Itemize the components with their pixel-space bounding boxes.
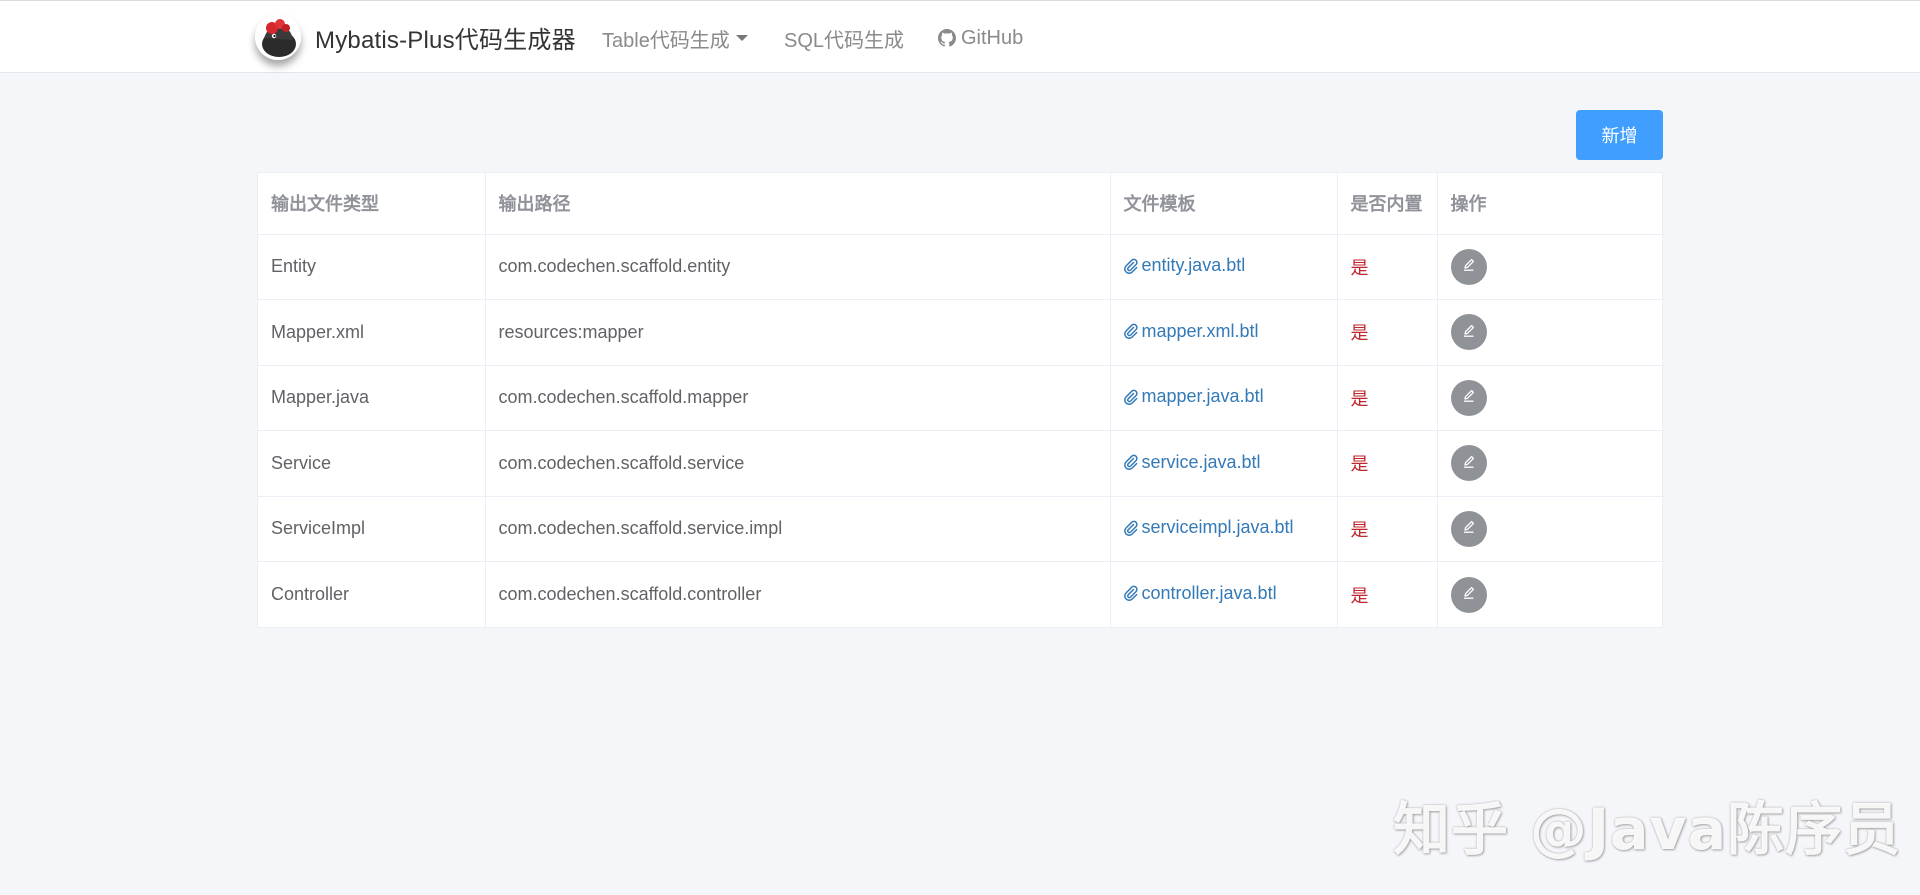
table-row: Service com.codechen.scaffold.service se… (258, 430, 1664, 497)
template-link[interactable]: controller.java.btl (1123, 582, 1277, 604)
template-link[interactable]: serviceimpl.java.btl (1123, 517, 1294, 538)
cell-template: controller.java.btl (1110, 561, 1338, 627)
nav-github-label: GitHub (961, 26, 1024, 49)
logo-icon (255, 14, 301, 60)
paperclip-icon (1123, 389, 1138, 405)
cell-builtin: 是 (1337, 561, 1438, 627)
cell-template: mapper.java.btl (1110, 365, 1338, 431)
table-header-row: 输出文件类型 输出路径 文件模板 是否内置 操作 (258, 173, 1664, 235)
cell-output-path: com.codechen.scaffold.entity (485, 234, 1111, 300)
template-link-label: serviceimpl.java.btl (1141, 517, 1294, 537)
template-link-label: mapper.xml.btl (1141, 320, 1259, 341)
table-row: ServiceImpl com.codechen.scaffold.servic… (258, 496, 1664, 562)
template-link[interactable]: service.java.btl (1123, 451, 1261, 473)
edit-button[interactable] (1450, 248, 1487, 285)
table-row: Mapper.xml resources:mapper mapper.xml.b… (258, 299, 1664, 366)
col-header-template: 文件模板 (1110, 173, 1338, 235)
watermark: 知乎 @Java陈序员 (1393, 797, 1902, 863)
cell-output-path: com.codechen.scaffold.service.impl (485, 496, 1111, 562)
brand-title: Mybatis-Plus代码生成器 (315, 26, 576, 54)
caret-down-icon (735, 35, 748, 41)
nav-github[interactable]: GitHub (938, 25, 1023, 51)
paperclip-icon (1123, 520, 1138, 536)
cell-output-path: com.codechen.scaffold.controller (485, 561, 1111, 627)
template-link[interactable]: entity.java.btl (1123, 255, 1246, 276)
cell-builtin: 是 (1337, 496, 1438, 562)
cell-output-type: Controller (258, 561, 486, 627)
template-link[interactable]: mapper.xml.btl (1123, 320, 1259, 342)
edit-icon (1461, 388, 1477, 407)
paperclip-icon (1123, 585, 1138, 602)
edit-icon (1461, 585, 1477, 604)
paperclip-icon (1123, 323, 1138, 339)
edit-button[interactable] (1450, 445, 1487, 482)
table-row: Controller com.codechen.scaffold.control… (258, 561, 1664, 628)
edit-button[interactable] (1450, 379, 1487, 416)
cell-template: entity.java.btl (1110, 234, 1338, 300)
cell-builtin: 是 (1337, 365, 1438, 431)
nav-table-codegen-dropdown[interactable]: Table代码生成 (602, 25, 748, 52)
cell-output-type: ServiceImpl (258, 496, 486, 562)
cell-builtin: 是 (1337, 234, 1438, 300)
cell-builtin: 是 (1337, 299, 1438, 366)
table-row: Mapper.java com.codechen.scaffold.mapper… (258, 365, 1664, 431)
cell-output-type: Entity (258, 234, 486, 300)
edit-icon (1461, 519, 1477, 538)
template-link-label: entity.java.btl (1141, 255, 1246, 275)
cell-output-path: resources:mapper (485, 299, 1111, 366)
template-link[interactable]: mapper.java.btl (1123, 386, 1264, 407)
cell-output-path: com.codechen.scaffold.service (485, 430, 1111, 497)
paperclip-icon (1123, 454, 1138, 470)
cell-actions (1437, 496, 1664, 562)
cell-builtin: 是 (1337, 430, 1438, 497)
col-header-actions: 操作 (1437, 173, 1664, 235)
top-navbar: Mybatis-Plus代码生成器 Table代码生成 SQL代码生成 GitH… (0, 0, 1920, 73)
template-link-label: mapper.java.btl (1141, 386, 1264, 406)
cell-output-type: Service (258, 430, 486, 497)
cell-actions (1437, 430, 1664, 497)
edit-button[interactable] (1450, 576, 1487, 613)
edit-icon (1461, 257, 1477, 276)
cell-actions (1437, 562, 1664, 628)
cell-actions (1437, 299, 1664, 366)
brand[interactable]: Mybatis-Plus代码生成器 (255, 13, 576, 61)
paperclip-icon (1123, 258, 1138, 274)
nav-sql-codegen[interactable]: SQL代码生成 (784, 25, 905, 52)
edit-button[interactable] (1450, 510, 1487, 547)
cell-output-type: Mapper.xml (258, 299, 486, 366)
cell-template: service.java.btl (1110, 430, 1338, 497)
cell-template: serviceimpl.java.btl (1110, 496, 1338, 562)
nav-table-codegen-label: Table代码生成 (602, 29, 730, 52)
nav-sql-codegen-label: SQL代码生成 (784, 29, 905, 52)
cell-template: mapper.xml.btl (1110, 299, 1338, 366)
table-body: Entity com.codechen.scaffold.entity enti… (258, 234, 1664, 627)
cell-actions (1437, 234, 1664, 300)
add-button[interactable]: 新增 (1576, 110, 1663, 160)
col-header-output-path: 输出路径 (485, 173, 1111, 235)
edit-icon (1461, 323, 1477, 342)
col-header-builtin: 是否内置 (1337, 173, 1438, 235)
edit-icon (1461, 454, 1477, 473)
template-link-label: service.java.btl (1141, 451, 1261, 472)
cell-actions (1437, 365, 1664, 431)
template-link-label: controller.java.btl (1141, 582, 1277, 603)
output-config-table: 输出文件类型 输出路径 文件模板 是否内置 操作 Entity com.code… (257, 172, 1664, 628)
cell-output-path: com.codechen.scaffold.mapper (485, 365, 1111, 431)
cell-output-type: Mapper.java (258, 365, 486, 431)
github-icon (938, 29, 956, 47)
col-header-output-type: 输出文件类型 (258, 173, 486, 235)
table-row: Entity com.codechen.scaffold.entity enti… (258, 234, 1664, 300)
edit-button[interactable] (1450, 314, 1487, 351)
